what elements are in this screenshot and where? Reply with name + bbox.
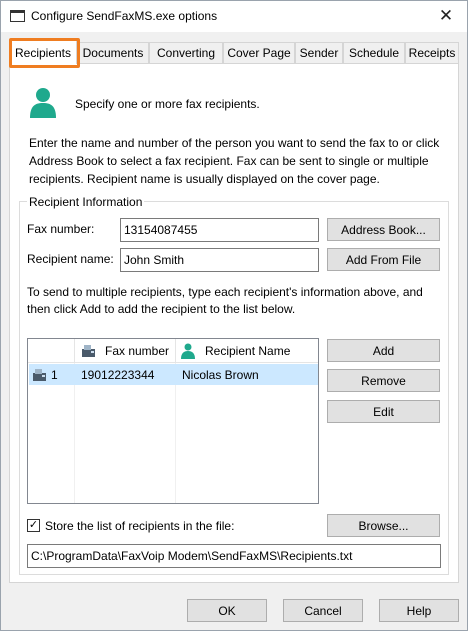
- cancel-button[interactable]: Cancel: [283, 599, 363, 622]
- tab-strip: Recipients Documents Converting Cover Pa…: [9, 40, 459, 64]
- title-bar: Configure SendFaxMS.exe options ✕: [1, 1, 467, 32]
- multiple-recipients-help: To send to multiple recipients, type eac…: [27, 285, 423, 316]
- store-list-label: Store the list of recipients in the file…: [45, 519, 235, 533]
- tab-documents[interactable]: Documents: [77, 42, 149, 63]
- browse-button[interactable]: Browse...: [327, 514, 440, 537]
- column-recipient-name-label: Recipient Name: [205, 344, 291, 358]
- store-list-checkbox[interactable]: ✓: [27, 519, 40, 532]
- remove-button[interactable]: Remove: [327, 369, 440, 392]
- description-text: Enter the name and number of the person …: [29, 136, 440, 186]
- tab-receipts[interactable]: Receipts: [405, 42, 459, 63]
- ok-button[interactable]: OK: [187, 599, 267, 622]
- row-fax-number: 19012223344: [81, 367, 155, 382]
- address-book-button[interactable]: Address Book...: [327, 218, 440, 241]
- tab-sender[interactable]: Sender: [295, 42, 343, 63]
- intro-text: Specify one or more fax recipients.: [75, 97, 260, 111]
- add-button[interactable]: Add: [327, 339, 440, 362]
- column-recipient-name[interactable]: Recipient Name: [176, 339, 318, 363]
- edit-button[interactable]: Edit: [327, 400, 440, 423]
- user-icon: [181, 343, 195, 359]
- tab-recipients[interactable]: Recipients: [9, 40, 77, 64]
- fax-number-input[interactable]: 13154087455: [120, 218, 319, 242]
- close-icon[interactable]: ✕: [431, 2, 461, 30]
- help-button[interactable]: Help: [379, 599, 459, 622]
- recipients-file-path-input[interactable]: C:\ProgramData\FaxVoip Modem\SendFaxMS\R…: [27, 544, 441, 568]
- recipient-name-input[interactable]: John Smith: [120, 248, 319, 272]
- recipients-list[interactable]: Fax number Recipient Name 1 19012223344 …: [27, 338, 319, 504]
- tab-schedule[interactable]: Schedule: [343, 42, 405, 63]
- recipient-name-label: Recipient name:: [27, 252, 114, 266]
- list-header: Fax number Recipient Name: [28, 339, 318, 363]
- tab-converting[interactable]: Converting: [149, 42, 223, 63]
- recipient-info-label: Recipient Information: [27, 195, 145, 209]
- column-index[interactable]: [28, 339, 75, 363]
- dialog-window: Configure SendFaxMS.exe options ✕ Recipi…: [0, 0, 468, 631]
- user-icon: [30, 88, 56, 118]
- table-row[interactable]: 1 19012223344 Nicolas Brown: [29, 364, 318, 385]
- window-title: Configure SendFaxMS.exe options: [31, 9, 218, 23]
- tab-cover-page[interactable]: Cover Page: [223, 42, 295, 63]
- add-from-file-button[interactable]: Add From File: [327, 248, 440, 271]
- fax-icon: [82, 345, 95, 357]
- row-recipient-name: Nicolas Brown: [182, 367, 259, 382]
- row-fax-icon-cell: [32, 364, 47, 385]
- window-app-icon: [10, 10, 25, 22]
- row-index: 1: [51, 367, 58, 382]
- fax-icon: [33, 368, 46, 381]
- column-fax-number[interactable]: Fax number: [75, 339, 176, 363]
- fax-number-label: Fax number:: [27, 222, 95, 236]
- column-fax-number-label: Fax number: [105, 344, 170, 358]
